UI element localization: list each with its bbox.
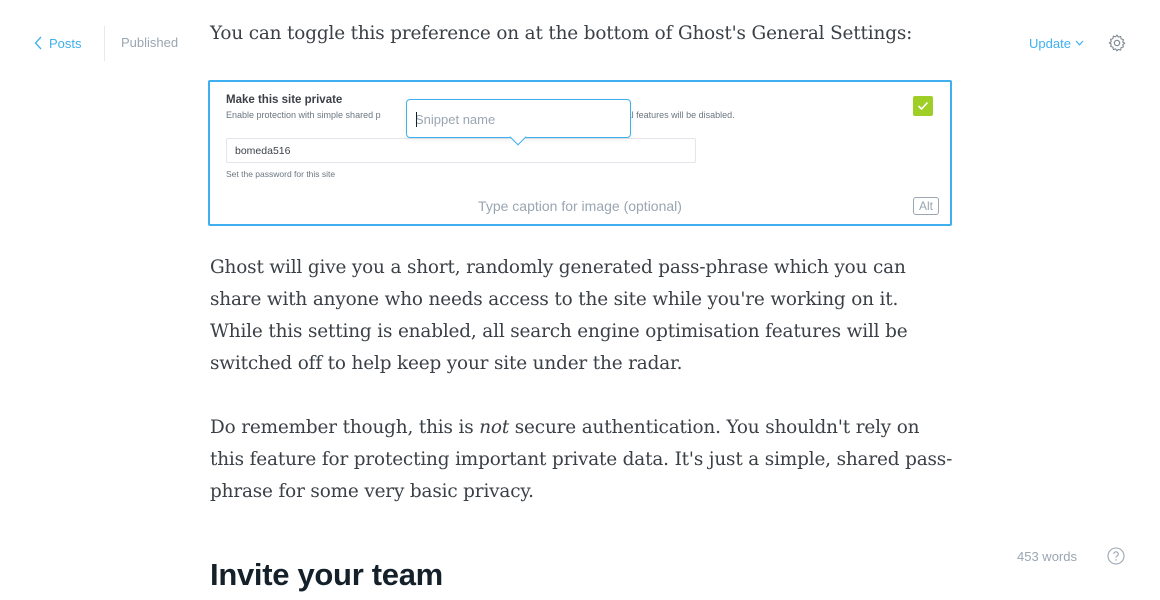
intro-paragraph[interactable]: You can toggle this preference on at the… bbox=[210, 18, 912, 50]
paragraph-pass-phrase[interactable]: Ghost will give you a short, randomly ge… bbox=[210, 252, 955, 380]
back-label: Posts bbox=[49, 35, 82, 51]
image-caption-input[interactable]: Type caption for image (optional) bbox=[210, 198, 950, 214]
chevron-left-icon bbox=[34, 36, 42, 50]
text-cursor bbox=[416, 112, 417, 127]
paragraph-authentication[interactable]: Do remember though, this is not secure a… bbox=[210, 412, 955, 508]
screenshot-title: Make this site private bbox=[226, 94, 343, 106]
update-button[interactable]: Update bbox=[1029, 34, 1084, 52]
gear-icon[interactable] bbox=[1107, 33, 1127, 53]
post-status: Published bbox=[121, 35, 179, 50]
alt-text-button[interactable]: Alt bbox=[913, 197, 939, 215]
snippet-name-popup bbox=[406, 99, 631, 146]
nav-divider bbox=[104, 26, 105, 61]
question-circle-icon[interactable] bbox=[1107, 547, 1125, 565]
checkmark-icon bbox=[913, 96, 933, 116]
word-count: 453 words bbox=[1017, 549, 1077, 564]
emphasis-not: not bbox=[479, 417, 510, 438]
snippet-name-input[interactable] bbox=[415, 109, 615, 129]
paragraph-text-before: Do remember though, this is bbox=[210, 417, 480, 438]
screenshot-password-field: bomeda516 bbox=[226, 138, 696, 163]
chevron-down-icon bbox=[1075, 40, 1084, 46]
section-heading[interactable]: Invite your team bbox=[210, 557, 443, 593]
update-label: Update bbox=[1029, 35, 1071, 51]
back-to-posts-link[interactable]: Posts bbox=[34, 33, 82, 53]
screenshot-password-help: Set the password for this site bbox=[226, 169, 336, 179]
